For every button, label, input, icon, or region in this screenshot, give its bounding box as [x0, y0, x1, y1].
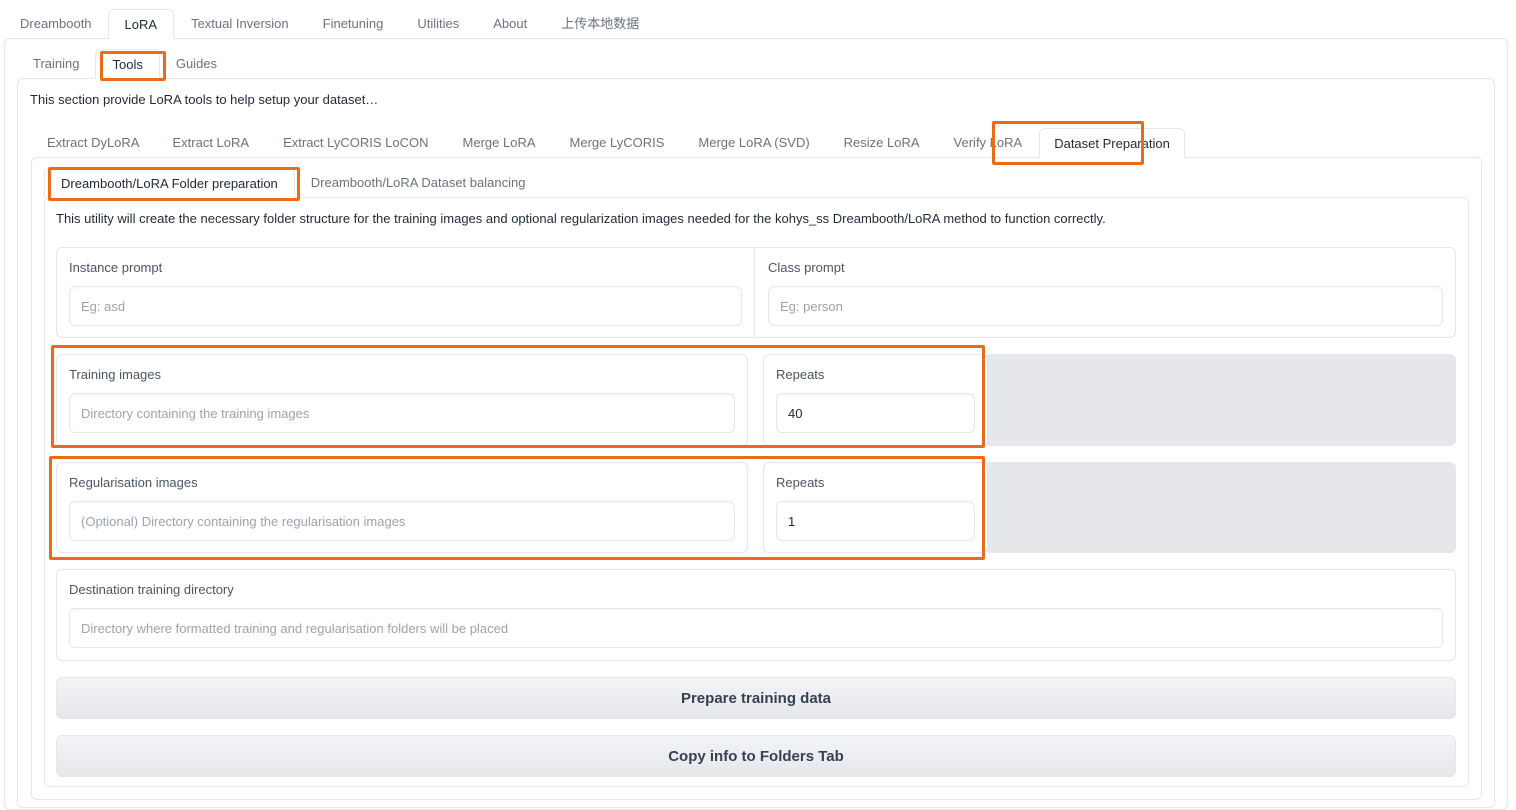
tab-about[interactable]: About [476, 9, 544, 39]
reg-repeats-field: Repeats [763, 462, 988, 553]
class-prompt-input[interactable] [768, 286, 1443, 326]
top-tabbar: Dreambooth LoRA Textual Inversion Finetu… [4, 9, 656, 39]
training-images-field: Training images [56, 354, 748, 446]
tab-folder-preparation[interactable]: Dreambooth/LoRA Folder preparation [44, 168, 295, 198]
tab-tools[interactable]: Tools [95, 49, 160, 79]
instance-prompt-input[interactable] [69, 286, 742, 326]
dataset-tabbar: Dreambooth/LoRA Folder preparation Dream… [44, 168, 541, 198]
prepare-training-data-button[interactable]: Prepare training data [56, 677, 1456, 719]
training-repeats-label: Repeats [776, 367, 825, 382]
reg-images-label: Regularisation images [69, 475, 198, 490]
training-repeats-input[interactable] [776, 393, 975, 433]
tab-dataset-balancing[interactable]: Dreambooth/LoRA Dataset balancing [295, 168, 542, 198]
tab-lora[interactable]: LoRA [107, 9, 175, 39]
class-prompt-field: Class prompt [756, 248, 1455, 337]
tab-resize-lora[interactable]: Resize LoRA [827, 128, 937, 158]
utility-description: This utility will create the necessary f… [56, 211, 1106, 226]
training-images-input[interactable] [69, 393, 735, 433]
instance-prompt-field: Instance prompt [57, 248, 755, 337]
reg-repeats-label: Repeats [776, 475, 825, 490]
tab-guides[interactable]: Guides [160, 49, 233, 79]
reg-repeats-input[interactable] [776, 501, 975, 541]
training-repeats-field: Repeats [763, 354, 988, 446]
tab-dataset-preparation[interactable]: Dataset Preparation [1039, 128, 1185, 158]
destination-field: Destination training directory [56, 569, 1456, 661]
tab-merge-lycoris[interactable]: Merge LyCORIS [553, 128, 682, 158]
tools-description: This section provide LoRA tools to help … [30, 92, 379, 107]
tab-training[interactable]: Training [17, 49, 95, 79]
destination-input[interactable] [69, 608, 1443, 648]
reg-images-input[interactable] [69, 501, 735, 541]
reg-images-field: Regularisation images [56, 462, 748, 553]
tab-finetuning[interactable]: Finetuning [306, 9, 401, 39]
tab-merge-lora[interactable]: Merge LoRA [446, 128, 553, 158]
lora-tabbar: Training Tools Guides [17, 49, 233, 79]
tab-extract-dylora[interactable]: Extract DyLoRA [31, 128, 155, 158]
tab-textual-inversion[interactable]: Textual Inversion [174, 9, 306, 39]
tab-verify-lora[interactable]: Verify LoRA [937, 128, 1040, 158]
tab-utilities[interactable]: Utilities [400, 9, 476, 39]
class-prompt-label: Class prompt [768, 260, 845, 275]
tab-dreambooth[interactable]: Dreambooth [4, 9, 108, 39]
copy-info-to-folders-button[interactable]: Copy info to Folders Tab [56, 735, 1456, 777]
tab-extract-lora[interactable]: Extract LoRA [155, 128, 266, 158]
tab-merge-lora-svd[interactable]: Merge LoRA (SVD) [681, 128, 826, 158]
reg-row-filler [984, 462, 1456, 553]
training-row-filler [984, 354, 1456, 446]
tab-extract-lycoris-locon[interactable]: Extract LyCORIS LoCON [266, 128, 445, 158]
tab-upload-local-data[interactable]: 上传本地数据 [544, 9, 656, 39]
training-images-label: Training images [69, 367, 162, 382]
destination-label: Destination training directory [69, 582, 234, 597]
tools-tabbar: Extract DyLoRA Extract LoRA Extract LyCO… [31, 128, 1185, 158]
instance-prompt-label: Instance prompt [69, 260, 163, 275]
